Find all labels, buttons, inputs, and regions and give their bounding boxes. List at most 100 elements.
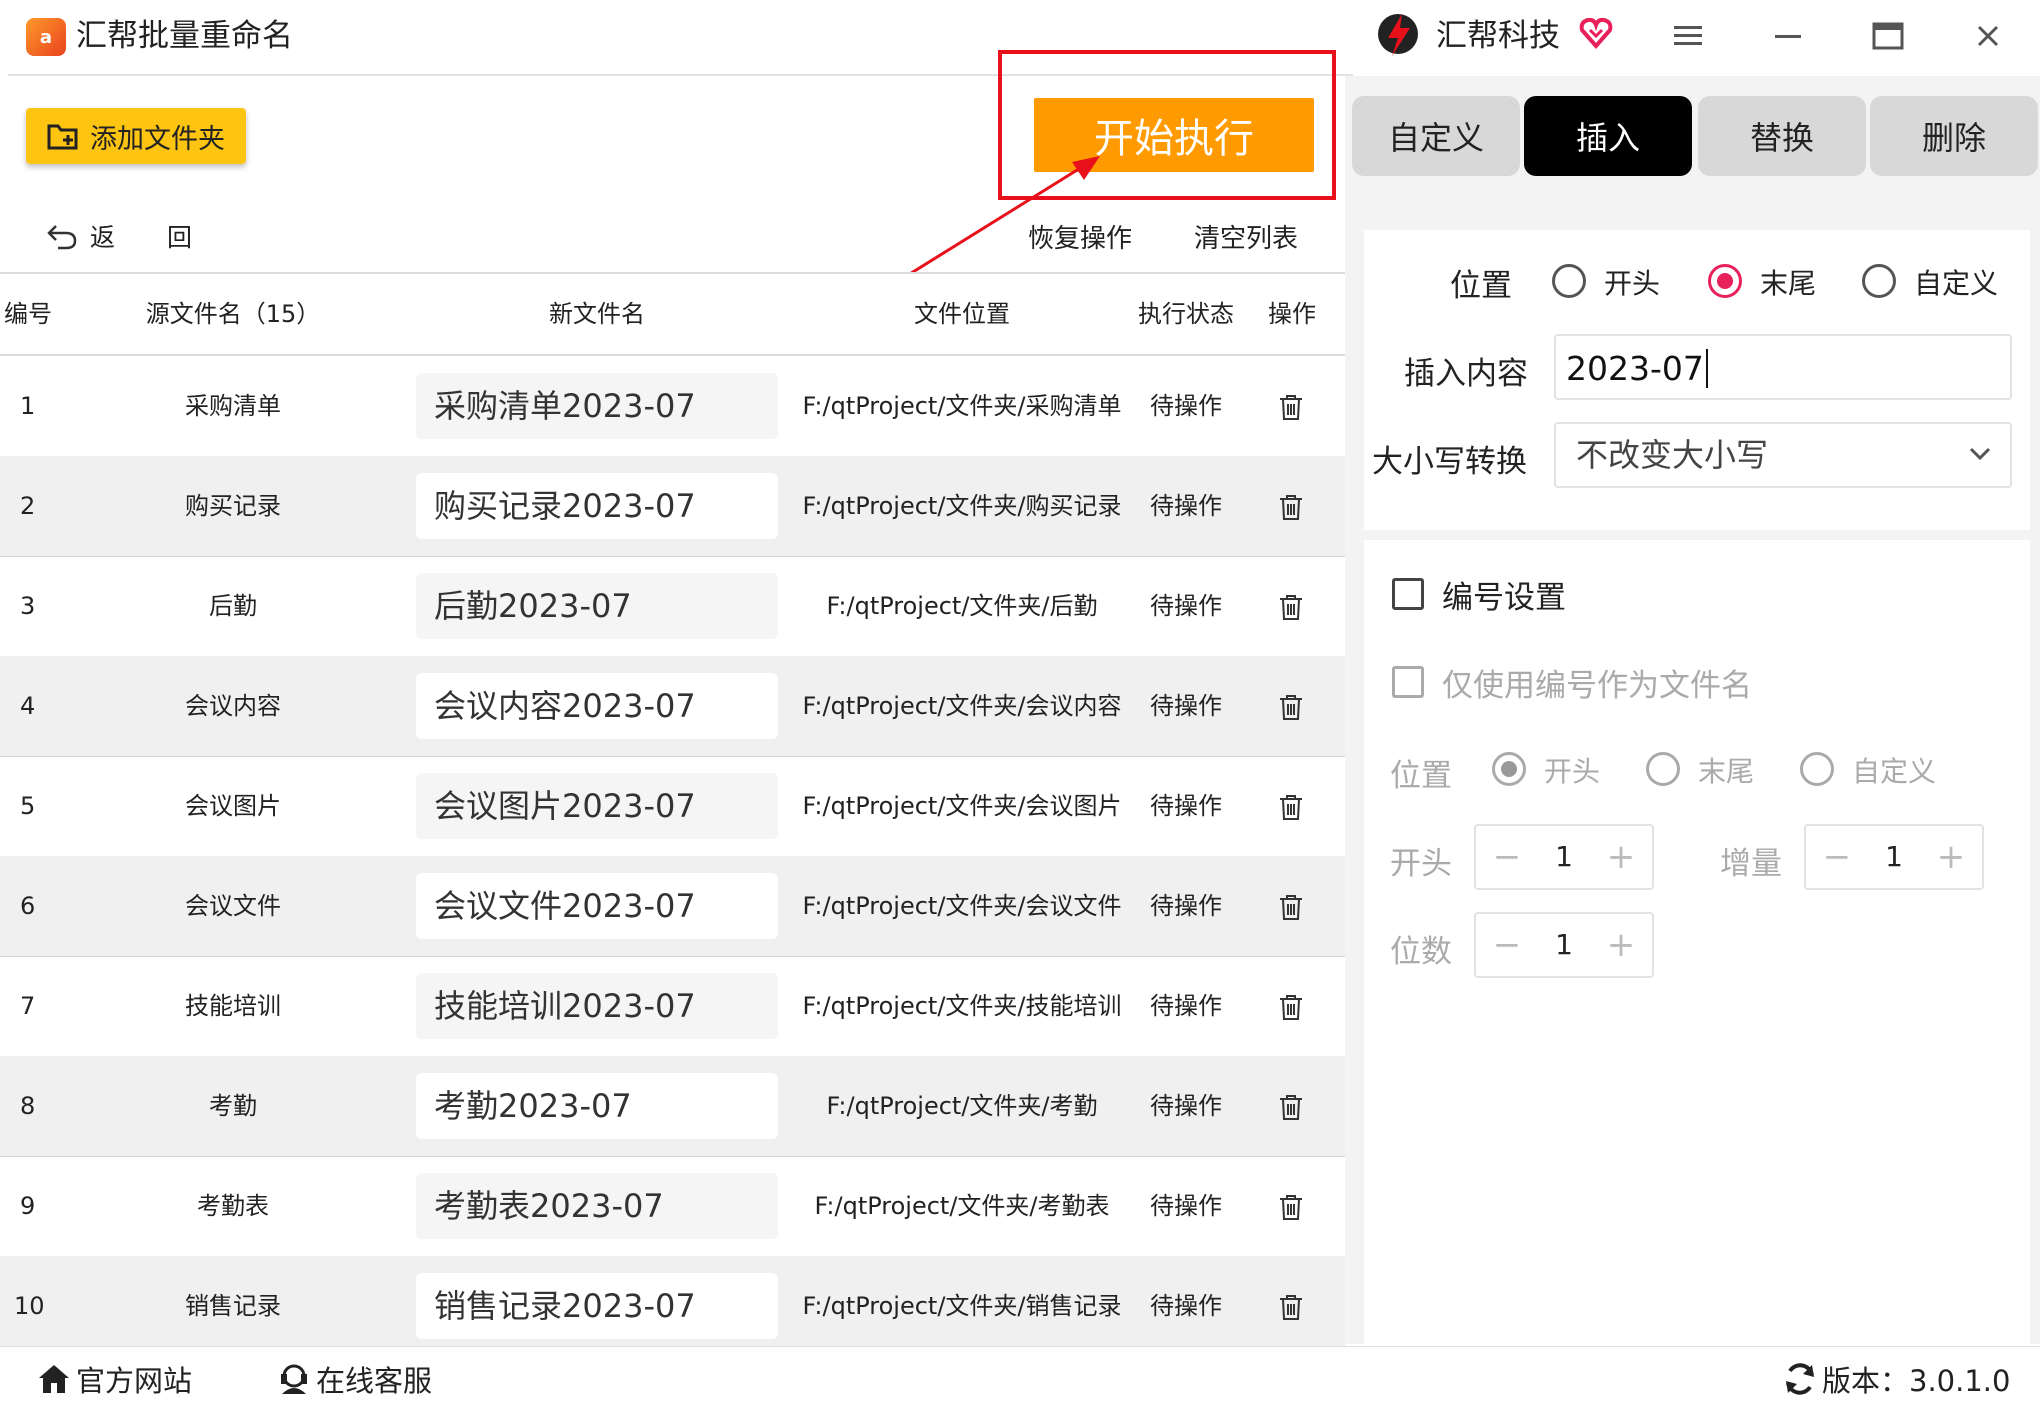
service-label: 在线客服 bbox=[316, 1364, 433, 1398]
plus-icon[interactable]: + bbox=[1926, 826, 1976, 888]
trash-icon[interactable] bbox=[1276, 792, 1306, 822]
refresh-icon[interactable] bbox=[1782, 1361, 1818, 1397]
numbering-start-label: 开头 bbox=[1390, 846, 1452, 882]
row-source-name: 会议图片 bbox=[185, 792, 281, 820]
minimize-icon[interactable] bbox=[1764, 14, 1812, 58]
website-link[interactable]: 官方网站 bbox=[36, 1358, 192, 1400]
numbering-radio-custom[interactable] bbox=[1800, 752, 1834, 786]
table-row[interactable]: 10 销售记录 销售记录2023-07 F:/qtProject/文件夹/销售记… bbox=[0, 1256, 1345, 1347]
text-cursor bbox=[1705, 349, 1708, 388]
app-logo-icon: a bbox=[26, 18, 66, 56]
tab-custom[interactable]: 自定义 bbox=[1352, 96, 1520, 176]
plus-icon[interactable]: + bbox=[1596, 826, 1646, 888]
numbering-start-stepper[interactable]: − 1 + bbox=[1474, 824, 1654, 890]
insert-content-input[interactable]: 2023-07 bbox=[1554, 334, 2012, 400]
trash-icon[interactable] bbox=[1276, 1292, 1306, 1322]
row-status: 待操作 bbox=[1150, 992, 1222, 1020]
radio-position-custom[interactable] bbox=[1862, 264, 1896, 298]
close-icon[interactable] bbox=[1964, 14, 2012, 58]
row-new-name[interactable]: 后勤2023-07 bbox=[416, 573, 778, 639]
app-title: 汇帮批量重命名 bbox=[76, 18, 293, 54]
home-icon bbox=[39, 1365, 69, 1393]
row-status: 待操作 bbox=[1150, 692, 1222, 720]
plus-icon[interactable]: + bbox=[1596, 914, 1646, 976]
trash-icon[interactable] bbox=[1276, 692, 1306, 722]
row-new-name[interactable]: 考勤2023-07 bbox=[416, 1073, 778, 1139]
row-source-name: 考勤表 bbox=[197, 1192, 269, 1220]
version-info: 版本：3.0.1.0 bbox=[1782, 1358, 2010, 1400]
clear-list-button[interactable]: 清空列表 bbox=[1194, 218, 1298, 255]
row-id: 7 bbox=[20, 992, 36, 1020]
trash-icon[interactable] bbox=[1276, 1092, 1306, 1122]
trash-icon[interactable] bbox=[1276, 592, 1306, 622]
header-id: 编号 bbox=[4, 300, 52, 328]
only-number-label: 仅使用编号作为文件名 bbox=[1442, 668, 1752, 704]
minus-icon[interactable]: − bbox=[1812, 826, 1862, 888]
table-row[interactable]: 2 购买记录 购买记录2023-07 F:/qtProject/文件夹/购买记录… bbox=[0, 456, 1345, 557]
table-row[interactable]: 9 考勤表 考勤表2023-07 F:/qtProject/文件夹/考勤表 待操… bbox=[0, 1156, 1345, 1257]
numbering-increment-value: 1 bbox=[1885, 840, 1903, 873]
minus-icon[interactable]: − bbox=[1482, 914, 1532, 976]
radio-position-end[interactable] bbox=[1708, 264, 1742, 298]
table-row[interactable]: 1 采购清单 采购清单2023-07 F:/qtProject/文件夹/采购清单… bbox=[0, 356, 1345, 457]
row-source-name: 考勤 bbox=[209, 1092, 257, 1120]
tab-replace[interactable]: 替换 bbox=[1698, 96, 1866, 176]
trash-icon[interactable] bbox=[1276, 392, 1306, 422]
table-row[interactable]: 5 会议图片 会议图片2023-07 F:/qtProject/文件夹/会议图片… bbox=[0, 756, 1345, 857]
table-row[interactable]: 8 考勤 考勤2023-07 F:/qtProject/文件夹/考勤 待操作 bbox=[0, 1056, 1345, 1157]
row-new-name[interactable]: 考勤表2023-07 bbox=[416, 1173, 778, 1239]
numbering-radio-end[interactable] bbox=[1646, 752, 1680, 786]
numbering-radio-start[interactable] bbox=[1492, 752, 1526, 786]
numbering-enable-checkbox[interactable] bbox=[1392, 578, 1424, 610]
row-status: 待操作 bbox=[1150, 792, 1222, 820]
numbering-increment-stepper[interactable]: − 1 + bbox=[1804, 824, 1984, 890]
radio-position-start[interactable] bbox=[1552, 264, 1586, 298]
numbering-radio-custom-label: 自定义 bbox=[1852, 755, 1937, 788]
row-new-name[interactable]: 会议内容2023-07 bbox=[416, 673, 778, 739]
row-source-name: 会议内容 bbox=[185, 692, 281, 720]
restore-button[interactable]: 恢复操作 bbox=[1028, 218, 1132, 255]
trash-icon[interactable] bbox=[1276, 992, 1306, 1022]
vip-heart-icon[interactable] bbox=[1576, 12, 1616, 52]
table-row[interactable]: 3 后勤 后勤2023-07 F:/qtProject/文件夹/后勤 待操作 bbox=[0, 556, 1345, 657]
maximize-icon[interactable] bbox=[1864, 14, 1912, 58]
minus-icon[interactable]: − bbox=[1482, 826, 1532, 888]
row-id: 2 bbox=[20, 492, 36, 520]
row-new-name[interactable]: 销售记录2023-07 bbox=[416, 1273, 778, 1339]
numbering-radio-end-label: 末尾 bbox=[1698, 755, 1755, 788]
table-row[interactable]: 4 会议内容 会议内容2023-07 F:/qtProject/文件夹/会议内容… bbox=[0, 656, 1345, 757]
add-folder-button[interactable]: 添加文件夹 bbox=[26, 108, 246, 164]
tab-delete[interactable]: 删除 bbox=[1870, 96, 2038, 176]
trash-icon[interactable] bbox=[1276, 892, 1306, 922]
row-new-name[interactable]: 采购清单2023-07 bbox=[416, 373, 778, 439]
app-logo-text: a bbox=[39, 26, 53, 48]
row-new-name[interactable]: 购买记录2023-07 bbox=[416, 473, 778, 539]
trash-icon[interactable] bbox=[1276, 492, 1306, 522]
row-new-name[interactable]: 会议文件2023-07 bbox=[416, 873, 778, 939]
table-row[interactable]: 7 技能培训 技能培训2023-07 F:/qtProject/文件夹/技能培训… bbox=[0, 956, 1345, 1057]
online-service-link[interactable]: 在线客服 bbox=[276, 1358, 432, 1400]
table-row[interactable]: 6 会议文件 会议文件2023-07 F:/qtProject/文件夹/会议文件… bbox=[0, 856, 1345, 957]
numbering-digits-stepper[interactable]: − 1 + bbox=[1474, 912, 1654, 978]
numbering-digits-label: 位数 bbox=[1390, 934, 1452, 970]
case-convert-select[interactable]: 不改变大小写 bbox=[1554, 422, 2012, 488]
numbering-increment-label: 增量 bbox=[1720, 846, 1782, 882]
brand-name: 汇帮科技 bbox=[1436, 18, 1560, 54]
menu-icon[interactable] bbox=[1664, 14, 1712, 58]
row-id: 4 bbox=[20, 692, 36, 720]
row-location: F:/qtProject/文件夹/会议文件 bbox=[802, 892, 1122, 920]
back-button[interactable]: 返 回 bbox=[46, 218, 214, 254]
folder-add-icon bbox=[47, 124, 78, 150]
row-location: F:/qtProject/文件夹/技能培训 bbox=[802, 992, 1122, 1020]
trash-icon[interactable] bbox=[1276, 1192, 1306, 1222]
tab-insert[interactable]: 插入 bbox=[1524, 96, 1692, 176]
row-new-name[interactable]: 会议图片2023-07 bbox=[416, 773, 778, 839]
only-number-checkbox[interactable] bbox=[1392, 666, 1424, 698]
row-id: 9 bbox=[20, 1192, 36, 1220]
numbering-start-value: 1 bbox=[1555, 840, 1573, 873]
row-location: F:/qtProject/文件夹/考勤 bbox=[826, 1092, 1098, 1120]
row-status: 待操作 bbox=[1150, 1192, 1222, 1220]
numbering-position-label: 位置 bbox=[1390, 758, 1452, 794]
insert-position-label: 位置 bbox=[1450, 268, 1512, 304]
row-new-name[interactable]: 技能培训2023-07 bbox=[416, 973, 778, 1039]
